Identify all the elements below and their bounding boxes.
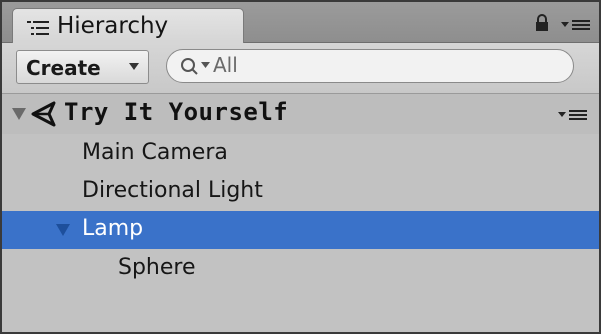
chevron-down-icon (129, 63, 139, 70)
search-value: All (213, 53, 238, 77)
search-filter-caret-icon[interactable] (201, 62, 210, 69)
panel-menu-icon[interactable] (561, 18, 591, 32)
list-item-label: Directional Light (82, 178, 263, 203)
list-item-directional-light[interactable]: Directional Light (2, 173, 599, 211)
scene-row[interactable]: Try It Yourself (2, 94, 599, 134)
list-item-sphere[interactable]: Sphere (2, 250, 599, 288)
lock-icon[interactable] (535, 14, 549, 32)
create-button[interactable]: Create (16, 50, 149, 84)
foldout-expanded-icon[interactable] (56, 224, 70, 237)
list-item-label: Sphere (118, 255, 196, 280)
unity-scene-icon (31, 101, 56, 127)
scene-name: Try It Yourself (64, 98, 289, 126)
tab-title: Hierarchy (57, 13, 169, 39)
tab-hierarchy[interactable]: Hierarchy (12, 8, 244, 44)
list-item-lamp[interactable]: Lamp (2, 211, 599, 249)
scene-menu-icon[interactable] (558, 108, 588, 122)
hierarchy-list-icon (27, 21, 49, 35)
list-item-label: Lamp (82, 216, 144, 241)
search-input[interactable]: All (166, 49, 574, 83)
list-item-main-camera[interactable]: Main Camera (2, 135, 599, 173)
list-item-label: Main Camera (82, 140, 228, 165)
hierarchy-window: Hierarchy Create All Try It Yourself Mai… (0, 0, 601, 334)
tab-bar: Hierarchy (2, 2, 599, 44)
search-icon (181, 58, 198, 75)
hierarchy-toolbar: Create All (2, 43, 599, 94)
create-button-label: Create (26, 56, 101, 80)
foldout-expanded-icon[interactable] (12, 108, 26, 121)
